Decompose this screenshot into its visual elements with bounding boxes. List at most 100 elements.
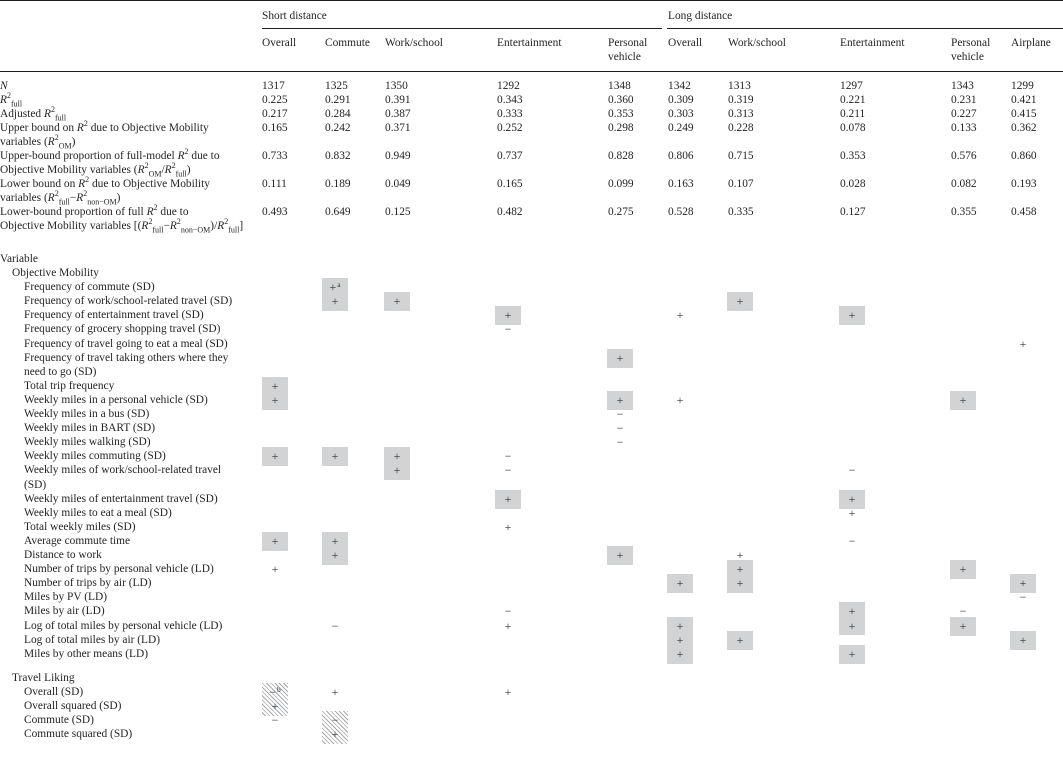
- variable-label: Weekly miles in a personal vehicle (SD): [24, 393, 208, 406]
- coefficient-sign: +: [848, 618, 856, 633]
- coefficient-sign: +: [1019, 632, 1027, 647]
- coefficient-sign: +: [331, 684, 339, 699]
- coefficient-sign: +: [331, 548, 339, 562]
- coefficient-sign: +: [676, 632, 684, 647]
- coefficient-sign: −: [504, 604, 512, 619]
- variable-label-line2: (SD): [24, 478, 47, 491]
- stat-value: 0.343: [497, 94, 523, 106]
- coefficient-sign: −: [616, 421, 624, 436]
- stat-value: 0.228: [728, 122, 754, 134]
- coefficient-sign: +: [331, 449, 339, 464]
- coefficient-sign: +: [959, 392, 967, 407]
- stat-value: 1299: [1011, 80, 1034, 92]
- coefficient-sign: +: [959, 562, 967, 577]
- stat-value: 0.284: [325, 108, 351, 120]
- stat-value: 0.333: [497, 108, 523, 120]
- stat-value: 0.360: [608, 94, 634, 106]
- variable-label: Miles by other means (LD): [24, 647, 149, 660]
- variable-label: Total trip frequency: [24, 379, 115, 392]
- coefficient-sign: +: [676, 392, 684, 407]
- coefficient-sign: +: [848, 646, 856, 661]
- stat-value: 0.231: [951, 94, 977, 106]
- variable-label: Commute (SD): [24, 714, 94, 727]
- stat-value: 0.860: [1011, 150, 1037, 162]
- stat-value: 0.649: [325, 206, 351, 218]
- coefficient-sign: +: [331, 294, 339, 309]
- stat-value: 0.576: [951, 150, 977, 162]
- coefficient-sign: +: [504, 491, 512, 506]
- stat-value: 0.335: [728, 206, 754, 218]
- stat-label: Upper bound on R2 due to Objective Mobil…: [0, 119, 209, 134]
- coefficient-sign: +: [848, 505, 856, 520]
- top-rule: [0, 0, 1063, 2]
- stat-value: 0.049: [385, 178, 411, 190]
- coefficient-sign: +: [504, 684, 512, 699]
- coefficient-sign: +: [736, 562, 744, 577]
- variable-label: Log of total miles by personal vehicle (…: [24, 619, 223, 632]
- column-header-line2: vehicle: [951, 51, 984, 63]
- stat-value: 0.482: [497, 206, 523, 218]
- variable-label: Commute squared (SD): [24, 728, 133, 741]
- coefficient-sign: +: [393, 294, 401, 309]
- stat-value: 0.832: [325, 150, 351, 162]
- coefficient-sign: +: [848, 308, 856, 323]
- variable-label: Overall (SD): [24, 685, 84, 698]
- coefficient-sign: −: [504, 322, 512, 337]
- stat-value: 0.493: [262, 206, 288, 218]
- variable-label: Log of total miles by air (LD): [24, 633, 161, 646]
- stat-value: 0.353: [840, 150, 866, 162]
- stat-value: 0.371: [385, 122, 411, 134]
- group-header-short: Short distance: [262, 10, 327, 22]
- column-header: Work/school: [385, 37, 443, 49]
- stat-value: 0.715: [728, 150, 754, 162]
- stat-label: Lower-bound proportion of full R2 due to: [0, 203, 189, 218]
- stat-value: 0.165: [497, 178, 523, 190]
- stat-value: 0.309: [668, 94, 694, 106]
- coefficient-sign: +: [736, 294, 744, 309]
- variable-header: Variable: [0, 253, 38, 265]
- stat-value: 0.387: [385, 108, 411, 120]
- column-header: Overall: [668, 37, 703, 49]
- stat-value: 0.319: [728, 94, 754, 106]
- column-header: Airplane: [1011, 37, 1051, 49]
- coefficient-sign: +: [393, 449, 401, 464]
- stat-value: 0.227: [951, 108, 977, 120]
- stat-value: 0.421: [1011, 94, 1037, 106]
- footnote-marker: a: [337, 280, 341, 290]
- coefficient-sign: +: [331, 727, 339, 742]
- coefficient-sign: −: [959, 604, 967, 619]
- stat-value: 1348: [608, 80, 631, 92]
- stat-value: 1342: [668, 80, 691, 92]
- stat-label: Objective Mobility variables [(R2full−R2…: [0, 217, 244, 235]
- stat-value: 1317: [262, 80, 285, 92]
- coefficient-sign: −: [848, 463, 856, 478]
- stat-label: variables (R2OM): [0, 133, 76, 151]
- long-distance-rule: [667, 28, 1063, 29]
- coefficient-sign: +: [504, 308, 512, 323]
- variable-label: Weekly miles walking (SD): [24, 436, 151, 449]
- stat-value: 0.353: [608, 108, 634, 120]
- coefficient-sign: +: [271, 378, 279, 393]
- coefficient-sign: −: [504, 463, 512, 478]
- stat-value: 0.291: [325, 94, 351, 106]
- stat-value: 0.949: [385, 150, 411, 162]
- variable-label: Total weekly miles (SD): [24, 520, 136, 533]
- column-header: Entertainment: [840, 37, 905, 49]
- stat-value: 0.458: [1011, 206, 1037, 218]
- stat-value: 0.298: [608, 122, 634, 134]
- coefficient-sign: +: [271, 699, 279, 713]
- coefficient-sign: −: [848, 533, 856, 548]
- stat-value: 0.733: [262, 150, 288, 162]
- stat-value: 0.217: [262, 108, 288, 120]
- stat-value: 0.303: [668, 108, 694, 120]
- stat-label: Adjusted R2full: [0, 105, 67, 123]
- variable-label: Weekly miles of entertainment travel (SD…: [24, 492, 218, 505]
- coefficient-sign: −: [331, 713, 339, 728]
- stat-value: 0.127: [840, 206, 866, 218]
- footnote-marker: b: [277, 684, 281, 694]
- stat-value: 0.225: [262, 94, 288, 106]
- variable-label: Miles by PV (LD): [24, 591, 108, 604]
- stat-value: 0.391: [385, 94, 411, 106]
- variable-label: Weekly miles in a bus (SD): [24, 408, 150, 420]
- column-header-line2: vehicle: [608, 51, 641, 63]
